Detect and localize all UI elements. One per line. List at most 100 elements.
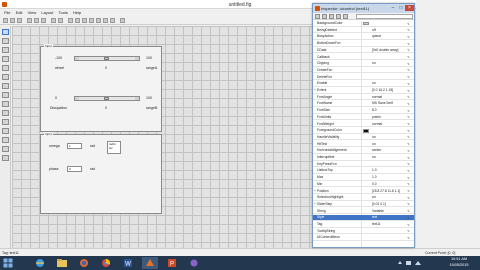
- slider-right-arrow-icon[interactable]: [135, 57, 139, 60]
- axes-tool-icon[interactable]: [2, 128, 9, 134]
- color-swatch[interactable]: [363, 128, 369, 133]
- edit-property-icon[interactable]: ✎: [406, 189, 411, 193]
- property-value[interactable]: Variable: [372, 209, 402, 214]
- save-icon[interactable]: [17, 18, 22, 23]
- property-row[interactable]: FontAngle normal ✎: [313, 95, 414, 101]
- edit-property-icon[interactable]: ✎: [406, 48, 411, 52]
- open-icon[interactable]: [10, 18, 15, 23]
- toolbar-editor-icon[interactable]: [89, 18, 94, 23]
- property-value[interactable]: text: [372, 215, 402, 220]
- windows-start-icon[interactable]: [3, 258, 13, 268]
- expand-property-icon[interactable]: +: [314, 189, 316, 194]
- slider-tool-icon[interactable]: [2, 47, 9, 53]
- property-value[interactable]: on: [372, 142, 402, 147]
- edit-property-icon[interactable]: ✎: [406, 169, 411, 173]
- panel-tool-icon[interactable]: [2, 137, 9, 143]
- property-value[interactable]: queue: [372, 34, 402, 39]
- select-tool-icon[interactable]: [2, 29, 9, 35]
- new-icon[interactable]: [3, 18, 8, 23]
- property-value[interactable]: normal: [372, 95, 402, 100]
- edit-property-icon[interactable]: ✎: [406, 102, 411, 106]
- property-row[interactable]: Enable on ✎: [313, 81, 414, 87]
- cut-icon[interactable]: [27, 18, 32, 23]
- property-row[interactable]: BeingDeleted off ✎: [313, 28, 414, 34]
- property-value[interactable]: text11: [372, 222, 402, 227]
- taskbar-ie-icon[interactable]: [32, 257, 48, 269]
- expand-icon[interactable]: [329, 14, 334, 19]
- property-row[interactable]: TooltipString ✎: [313, 229, 414, 235]
- property-value[interactable]: off: [372, 28, 402, 33]
- button-group-tool-icon[interactable]: [2, 146, 9, 152]
- tab-order-icon[interactable]: [82, 18, 87, 23]
- property-row[interactable]: Tag text11 ✎: [313, 222, 414, 228]
- system-tray-icons[interactable]: [396, 260, 426, 266]
- property-row[interactable]: UIContextMenu ✎: [313, 235, 414, 241]
- property-row[interactable]: + Extent [0 0 16.2 1.15] ✎: [313, 88, 414, 94]
- run-icon[interactable]: [120, 18, 125, 23]
- property-row[interactable]: + Position [25.8 27.8 11.6 1.1] ✎: [313, 189, 414, 195]
- property-value[interactable]: on: [372, 155, 402, 160]
- edit-property-icon[interactable]: ✎: [406, 236, 411, 240]
- property-value[interactable]: points: [372, 115, 402, 120]
- close-icon[interactable]: ×: [405, 5, 414, 11]
- edit-property-icon[interactable]: ✎: [406, 115, 411, 119]
- property-value[interactable]: on: [372, 135, 402, 140]
- color-swatch[interactable]: [363, 21, 369, 26]
- property-row[interactable]: FontUnits points ✎: [313, 115, 414, 121]
- phase-edit[interactable]: 0: [67, 166, 82, 172]
- property-value[interactable]: [0.01 0.1]: [372, 202, 402, 207]
- property-value[interactable]: normal: [372, 122, 402, 127]
- radiobutton-tool-icon[interactable]: [2, 56, 9, 62]
- m-file-editor-icon[interactable]: [96, 18, 101, 23]
- omega-edit[interactable]: 1: [67, 143, 82, 149]
- input-panel-1[interactable]: Input -100 100 wheel 0 rangeA 0 100 Diss…: [40, 44, 162, 132]
- categorized-view-icon[interactable]: [315, 14, 320, 19]
- slider-1[interactable]: [74, 56, 140, 61]
- property-value[interactable]: 1.0: [372, 168, 402, 173]
- property-value[interactable]: [25.8 27.8 11.6 1.1]: [372, 189, 402, 194]
- expand-property-icon[interactable]: +: [314, 88, 316, 93]
- edit-property-icon[interactable]: ✎: [406, 28, 411, 32]
- input-panel-2[interactable]: Input omega 1 rad rad/s Hz phase 0 rad: [40, 132, 162, 214]
- edit-property-icon[interactable]: ✎: [406, 82, 411, 86]
- property-value[interactable]: 8.0: [372, 108, 402, 113]
- taskbar-ppt-icon[interactable]: P: [164, 257, 180, 269]
- property-value[interactable]: [0x0 double array]: [372, 48, 402, 53]
- slider-left-arrow-icon[interactable]: [75, 97, 79, 100]
- unit-listbox[interactable]: rad/s Hz: [107, 141, 121, 154]
- list-item[interactable]: Hz: [109, 146, 119, 151]
- edit-property-icon[interactable]: ✎: [406, 156, 411, 160]
- minimize-icon[interactable]: –: [389, 5, 397, 11]
- property-value[interactable]: on: [372, 61, 402, 66]
- property-row[interactable]: Min 0.0 ✎: [313, 182, 414, 188]
- slider-left-arrow-icon[interactable]: [75, 57, 79, 60]
- property-row[interactable]: Clipping on ✎: [313, 61, 414, 67]
- edit-property-icon[interactable]: ✎: [406, 122, 411, 126]
- pushbutton-tool-icon[interactable]: [2, 38, 9, 44]
- property-value[interactable]: MS Sans Serif: [372, 101, 402, 106]
- property-row[interactable]: Callback ✎: [313, 55, 414, 61]
- edit-property-icon[interactable]: ✎: [406, 95, 411, 99]
- edit-property-icon[interactable]: ✎: [406, 75, 411, 79]
- paste-icon[interactable]: [41, 18, 46, 23]
- listbox-tool-icon[interactable]: [2, 101, 9, 107]
- edit-property-icon[interactable]: ✎: [406, 22, 411, 26]
- edit-property-icon[interactable]: ✎: [406, 229, 411, 233]
- property-row[interactable]: SelectionHighlight on ✎: [313, 195, 414, 201]
- property-row[interactable]: ListboxTop 1.0 ✎: [313, 168, 414, 174]
- edit-property-icon[interactable]: ✎: [406, 129, 411, 133]
- slider-right-arrow-icon[interactable]: [135, 97, 139, 100]
- table-tool-icon[interactable]: [2, 119, 9, 125]
- property-row[interactable]: Interruptible on ✎: [313, 155, 414, 161]
- edit-property-icon[interactable]: ✎: [406, 182, 411, 186]
- edit-property-icon[interactable]: ✎: [406, 109, 411, 113]
- slider-2[interactable]: [74, 96, 140, 101]
- property-row[interactable]: FontName MS Sans Serif ✎: [313, 101, 414, 107]
- collapse-icon[interactable]: [336, 14, 341, 19]
- edit-property-icon[interactable]: ✎: [406, 62, 411, 66]
- edit-property-icon[interactable]: ✎: [406, 142, 411, 146]
- copy-icon[interactable]: [34, 18, 39, 23]
- taskbar-paint-icon[interactable]: [186, 257, 202, 269]
- property-row[interactable]: Max 1.0 ✎: [313, 175, 414, 181]
- popup-menu-tool-icon[interactable]: [2, 92, 9, 98]
